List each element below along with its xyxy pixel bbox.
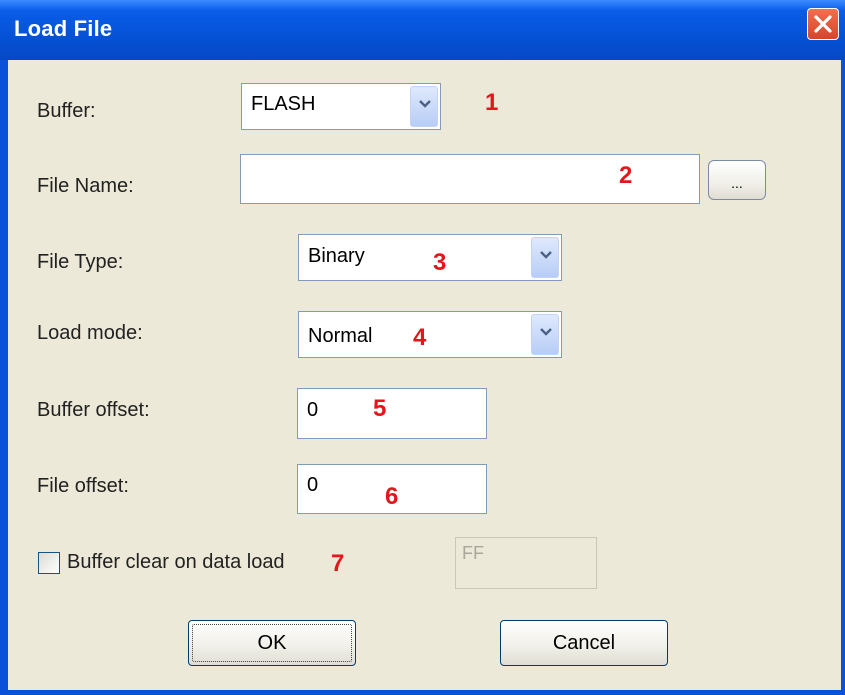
fill-value-input[interactable]: FF — [455, 537, 597, 589]
buffer-label: Buffer: — [37, 100, 96, 122]
annotation-1: 1 — [485, 89, 499, 116]
file-type-select[interactable]: Binary — [298, 234, 562, 281]
chevron-down-icon — [540, 251, 552, 259]
annotation-3: 3 — [433, 249, 447, 276]
annotation-7: 7 — [331, 550, 345, 577]
annotation-6: 6 — [385, 483, 399, 510]
load-mode-label: Load mode: — [37, 322, 143, 344]
buffer-select[interactable]: FLASH — [241, 83, 441, 130]
buffer-clear-checkbox[interactable] — [38, 552, 60, 574]
chevron-down-icon — [540, 328, 552, 336]
file-offset-label: File offset: — [37, 475, 129, 497]
annotation-4: 4 — [413, 324, 427, 351]
file-type-dropdown-button[interactable] — [531, 237, 559, 278]
file-type-label: File Type: — [37, 251, 124, 273]
title-bar[interactable]: Load File — [0, 0, 845, 60]
chevron-down-icon — [419, 100, 431, 108]
cancel-button-label: Cancel — [552, 632, 616, 654]
buffer-dropdown-button[interactable] — [410, 86, 438, 127]
file-name-label: File Name: — [37, 175, 134, 197]
dialog-body: Buffer: FLASH 1 File Name: ... 2 File Ty… — [8, 60, 841, 690]
close-icon — [814, 15, 832, 33]
browse-button[interactable]: ... — [708, 160, 766, 200]
buffer-offset-value: 0 — [307, 399, 319, 421]
window-title: Load File — [14, 16, 113, 41]
buffer-clear-label: Buffer clear on data load — [67, 551, 285, 573]
ok-button-label: OK — [257, 632, 287, 654]
file-offset-value: 0 — [307, 474, 319, 496]
buffer-offset-input[interactable]: 0 — [297, 388, 487, 439]
load-mode-value: Normal — [308, 325, 373, 347]
buffer-select-value: FLASH — [251, 93, 316, 115]
cancel-button[interactable]: Cancel — [500, 620, 668, 666]
file-type-value: Binary — [308, 245, 365, 267]
fill-value: FF — [462, 543, 484, 563]
close-button[interactable] — [807, 8, 839, 40]
annotation-5: 5 — [373, 395, 387, 422]
load-mode-dropdown-button[interactable] — [531, 314, 559, 355]
buffer-offset-label: Buffer offset: — [37, 399, 150, 421]
ok-button[interactable]: OK — [188, 620, 356, 666]
load-mode-select[interactable]: Normal — [298, 311, 562, 358]
annotation-2: 2 — [619, 162, 633, 189]
dialog-window: Load File Buffer: FLASH 1 File Name: ...… — [0, 0, 845, 695]
